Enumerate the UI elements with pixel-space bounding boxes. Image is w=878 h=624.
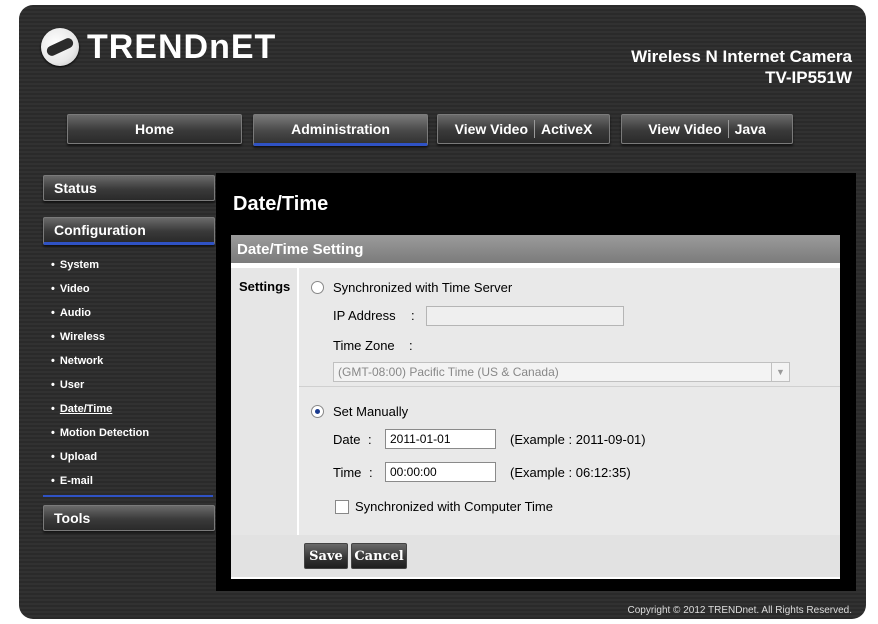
bullet-icon: •	[51, 451, 55, 463]
nav-separator	[727, 120, 729, 138]
nav-view-video-java-button[interactable]: View Video Java	[621, 114, 793, 144]
ip-address-input[interactable]	[426, 306, 624, 326]
page-title: Date/Time	[233, 193, 329, 215]
main-content: Date/Time Date/Time Setting Settings Syn…	[216, 173, 856, 591]
bullet-icon: •	[51, 331, 55, 343]
sidebar-item-email[interactable]: • E-mail	[43, 469, 221, 493]
product-info: Wireless N Internet Camera TV-IP551W	[631, 47, 852, 88]
sidebar-item-motion-detection[interactable]: • Motion Detection	[43, 421, 221, 445]
sidebar: Status Configuration • System • Video • Aud…	[43, 175, 221, 531]
product-name: Wireless N Internet Camera	[631, 47, 852, 66]
sidebar-status-button[interactable]: Status	[43, 175, 215, 201]
bullet-icon: •	[51, 379, 55, 391]
bullet-icon: •	[51, 475, 55, 487]
time-server-section: Synchronized with Time Server IP Address…	[299, 268, 840, 387]
top-nav: Home Administration View Video ActiveX V…	[59, 114, 814, 150]
nav-home-label: Home	[135, 121, 174, 137]
bullet-icon: •	[51, 403, 55, 415]
date-colon: :	[368, 432, 372, 447]
set-manually-radio[interactable]	[311, 405, 324, 418]
ip-address-label: IP Address	[333, 308, 396, 323]
bullet-icon: •	[51, 283, 55, 295]
sync-time-server-radio[interactable]	[311, 281, 324, 294]
trendnet-logo-icon	[41, 28, 79, 66]
bullet-icon: •	[51, 259, 55, 271]
sidebar-item-date-time[interactable]: • Date/Time	[43, 397, 221, 421]
sidebar-item-network[interactable]: • Network	[43, 349, 221, 373]
date-label: Date	[333, 432, 361, 447]
form-actions: Save Cancel	[231, 535, 840, 577]
nav-view-video-java-label-2: Java	[734, 121, 766, 137]
date-input[interactable]: 2011-01-01	[385, 429, 496, 449]
sync-computer-time-label: Synchronized with Computer Time	[355, 499, 553, 514]
nav-separator	[534, 120, 536, 138]
bullet-icon: •	[51, 355, 55, 367]
copyright-text: Copyright © 2012 TRENDnet. All Rights Re…	[627, 605, 852, 616]
sidebar-item-upload[interactable]: • Upload	[43, 445, 221, 469]
nav-home-button[interactable]: Home	[67, 114, 242, 144]
sidebar-divider	[43, 495, 213, 497]
time-zone-selected: (GMT-08:00) Pacific Time (US & Canada)	[338, 365, 559, 379]
nav-view-video-activex-label-1: View Video	[454, 121, 529, 137]
date-example: (Example : 2011-09-01)	[510, 432, 646, 447]
sidebar-tools-button[interactable]: Tools	[43, 505, 215, 531]
nav-view-video-activex-label-2: ActiveX	[541, 121, 593, 137]
sidebar-item-user[interactable]: • User	[43, 373, 221, 397]
sync-time-server-label: Synchronized with Time Server	[333, 280, 513, 295]
nav-administration-button[interactable]: Administration	[253, 114, 428, 146]
sidebar-item-audio[interactable]: • Audio	[43, 301, 221, 325]
logo-text: TRENDnET	[87, 27, 277, 66]
sidebar-configuration-button[interactable]: Configuration	[43, 217, 215, 245]
chevron-down-icon: ▼	[771, 363, 789, 381]
trendnet-logo: TRENDnET	[41, 25, 276, 69]
nav-view-video-activex-button[interactable]: View Video ActiveX	[437, 114, 610, 144]
settings-body: Synchronized with Time Server IP Address…	[299, 268, 840, 535]
ip-address-colon: :	[411, 308, 415, 323]
sidebar-item-video[interactable]: • Video	[43, 277, 221, 301]
time-example: (Example : 06:12:35)	[510, 465, 631, 480]
settings-label-cell: Settings	[231, 268, 297, 535]
sidebar-item-system[interactable]: • System	[43, 253, 221, 277]
app-frame: TRENDnET Wireless N Internet Camera TV-I…	[19, 5, 866, 619]
nav-administration-label: Administration	[291, 121, 390, 137]
time-input[interactable]: 00:00:00	[385, 462, 496, 482]
product-model: TV-IP551W	[765, 68, 852, 87]
time-zone-select[interactable]: (GMT-08:00) Pacific Time (US & Canada) ▼	[333, 362, 790, 382]
configuration-submenu: • System • Video • Audio • Wireless • Network…	[43, 253, 221, 493]
time-label: Time	[333, 465, 362, 480]
nav-view-video-java-label-1: View Video	[648, 121, 722, 137]
date-time-panel: Date/Time Setting Settings Synchronized …	[231, 235, 840, 579]
settings-label: Settings	[239, 279, 291, 294]
set-manually-label: Set Manually	[333, 404, 409, 419]
time-zone-label: Time Zone	[333, 338, 395, 353]
cancel-button[interactable]: Cancel	[351, 543, 407, 569]
sync-computer-time-checkbox[interactable]	[335, 500, 349, 514]
save-button[interactable]: Save	[304, 543, 348, 569]
bullet-icon: •	[51, 427, 55, 439]
time-colon: :	[369, 465, 373, 480]
time-zone-colon: :	[409, 338, 413, 353]
sidebar-item-wireless[interactable]: • Wireless	[43, 325, 221, 349]
bullet-icon: •	[51, 307, 55, 319]
panel-header: Date/Time Setting	[231, 235, 840, 263]
